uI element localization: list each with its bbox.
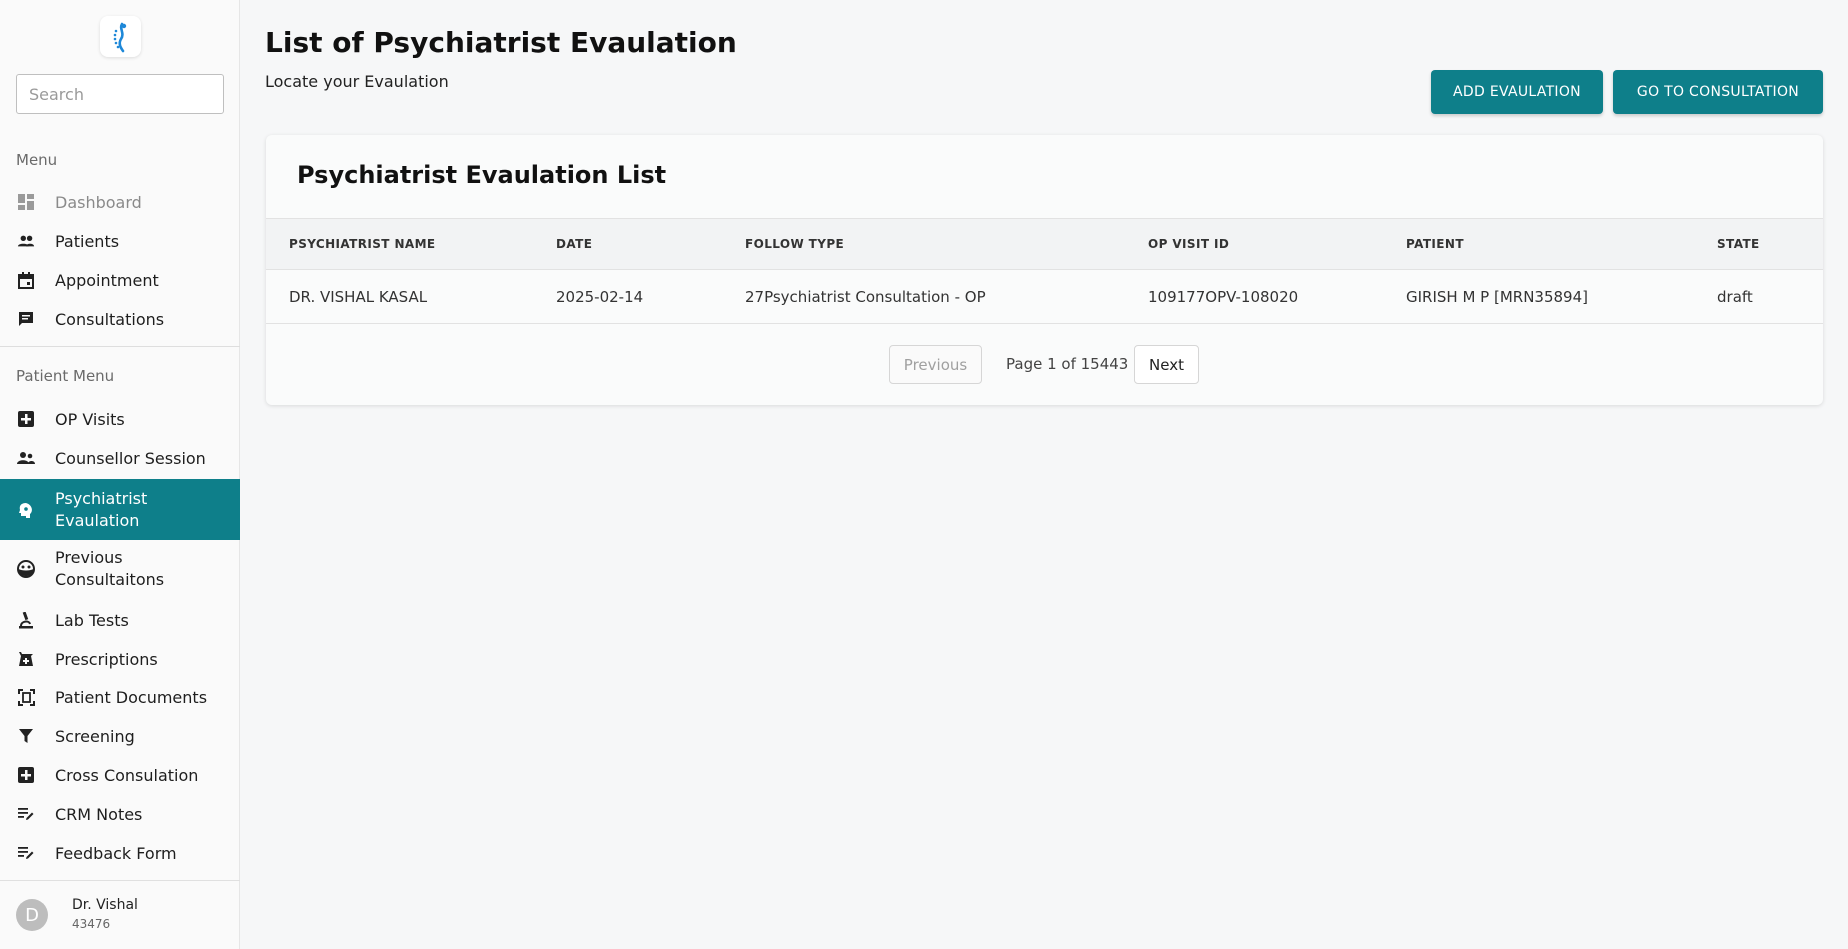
go-to-consultation-button[interactable]: GO TO CONSULTATION xyxy=(1613,70,1823,114)
nav-consultations[interactable]: Consultations xyxy=(0,307,240,331)
logo[interactable] xyxy=(100,16,141,57)
avatar: D xyxy=(16,899,48,931)
previous-page-button[interactable]: Previous xyxy=(889,345,982,384)
table-row[interactable]: DR. VISHAL KASAL 2025-02-14 27Psychiatri… xyxy=(266,270,1823,324)
add-evaulation-button[interactable]: ADD EVAULATION xyxy=(1431,70,1603,114)
face-icon xyxy=(17,560,35,578)
nav-patients[interactable]: Patients xyxy=(0,229,240,253)
brain-icon xyxy=(17,501,35,519)
nav-op-visits-label: OP Visits xyxy=(55,409,125,429)
nav-crm-notes[interactable]: CRM Notes xyxy=(0,802,240,826)
card-title: Psychiatrist Evaulation List xyxy=(297,161,667,189)
nav-previous-label-line2: Consultaitons xyxy=(55,570,165,589)
cell-follow-type: 27Psychiatrist Consultation - OP xyxy=(745,287,986,306)
nav-op-visits[interactable]: OP Visits xyxy=(0,407,240,431)
nav-counsellor-session[interactable]: Counsellor Session xyxy=(0,446,240,470)
page-subtitle: Locate your Evaulation xyxy=(265,72,449,91)
sidebar: Menu Dashboard Patients Appointment Cons… xyxy=(0,0,240,949)
nav-previous-label-line1: Previous xyxy=(55,548,123,567)
evaulation-table: PSYCHIATRIST NAME DATE FOLLOW TYPE OP VI… xyxy=(266,218,1823,324)
group-icon xyxy=(17,449,35,467)
patient-menu-section-label: Patient Menu xyxy=(16,367,115,385)
nav-previous-consultaitons[interactable]: Previous Consultaitons xyxy=(0,546,240,592)
nav-lab-tests-label: Lab Tests xyxy=(55,610,129,630)
cell-state: draft xyxy=(1717,287,1753,306)
nav-psychiatrist-label-line1: Psychiatrist xyxy=(55,488,148,508)
calendar-icon xyxy=(17,271,35,289)
cell-date: 2025-02-14 xyxy=(556,287,644,306)
nav-counsellor-session-label: Counsellor Session xyxy=(55,448,206,468)
nav-appointment-label: Appointment xyxy=(55,270,159,290)
microscope-icon xyxy=(17,611,35,629)
user-name: Dr. Vishal xyxy=(72,897,138,913)
nav-prescriptions-label: Prescriptions xyxy=(55,649,158,669)
next-page-button[interactable]: Next xyxy=(1134,345,1199,384)
table-header: PSYCHIATRIST NAME DATE FOLLOW TYPE OP VI… xyxy=(266,218,1823,270)
chat-icon xyxy=(17,310,35,328)
column-header-patient[interactable]: PATIENT xyxy=(1406,237,1464,251)
filter-icon xyxy=(17,727,35,745)
cell-psychiatrist-name: DR. VISHAL KASAL xyxy=(289,287,428,306)
nav-consultations-label: Consultations xyxy=(55,309,165,329)
cell-op-visit-id: 109177OPV-108020 xyxy=(1148,287,1299,306)
nav-prescriptions[interactable]: Prescriptions xyxy=(0,647,240,671)
medical-plus-icon xyxy=(17,410,35,428)
edit-note-icon xyxy=(17,844,35,862)
nav-screening[interactable]: Screening xyxy=(0,724,240,748)
column-header-psychiatrist-name[interactable]: PSYCHIATRIST NAME xyxy=(289,237,436,251)
column-header-op-visit-id[interactable]: OP VISIT ID xyxy=(1148,237,1229,251)
dashboard-icon xyxy=(17,193,35,211)
pharmacy-icon xyxy=(17,650,35,668)
nav-screening-label: Screening xyxy=(55,726,135,746)
nav-patients-label: Patients xyxy=(55,231,120,251)
logo-icon xyxy=(113,22,126,52)
column-header-state[interactable]: STATE xyxy=(1717,237,1760,251)
nav-patient-documents-label: Patient Documents xyxy=(55,687,208,707)
nav-appointment[interactable]: Appointment xyxy=(0,268,240,292)
column-header-follow-type[interactable]: FOLLOW TYPE xyxy=(745,237,844,251)
nav-lab-tests[interactable]: Lab Tests xyxy=(0,608,240,632)
nav-dashboard-label: Dashboard xyxy=(55,192,142,212)
column-header-date[interactable]: DATE xyxy=(556,237,592,251)
sidebar-divider xyxy=(0,346,240,347)
people-icon xyxy=(17,232,35,250)
nav-dashboard[interactable]: Dashboard xyxy=(0,190,240,214)
user-id: 43476 xyxy=(72,917,111,931)
nav-psychiatrist-evaulation[interactable]: Psychiatrist Evaulation xyxy=(0,479,240,540)
nav-cross-consulation-label: Cross Consulation xyxy=(55,765,199,785)
menu-section-label: Menu xyxy=(16,151,58,169)
search-input[interactable] xyxy=(16,74,224,114)
page-info: Page 1 of 15443 xyxy=(1006,355,1129,373)
nav-patient-documents[interactable]: Patient Documents xyxy=(0,685,240,709)
nav-cross-consulation[interactable]: Cross Consulation xyxy=(0,763,240,787)
page-title: List of Psychiatrist Evaulation xyxy=(265,26,737,59)
edit-note-icon xyxy=(17,805,35,823)
medical-plus-icon xyxy=(17,766,35,784)
nav-feedback-form-label: Feedback Form xyxy=(55,843,177,863)
user-profile[interactable]: D Dr. Vishal 43476 xyxy=(0,880,240,949)
nav-psychiatrist-label-line2: Evaulation xyxy=(55,510,140,530)
cell-patient: GIRISH M P [MRN35894] xyxy=(1406,287,1588,306)
nav-crm-notes-label: CRM Notes xyxy=(55,804,143,824)
nav-feedback-form[interactable]: Feedback Form xyxy=(0,841,240,865)
document-scan-icon xyxy=(17,688,35,706)
